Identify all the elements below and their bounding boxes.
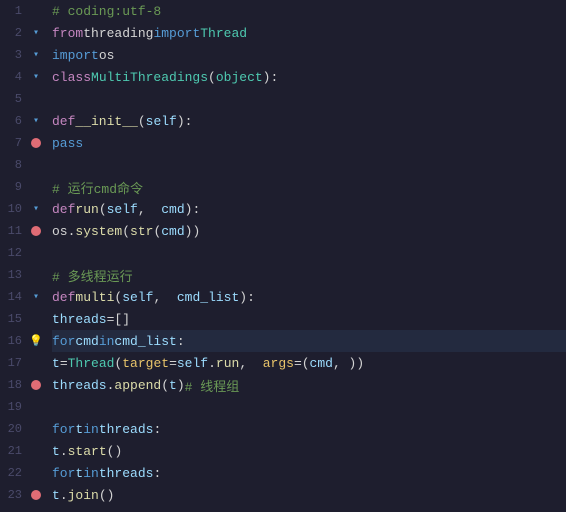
code-line: def multi(self, cmd_list): xyxy=(52,286,566,308)
breakpoint-icon[interactable] xyxy=(31,380,41,390)
gutter-icon xyxy=(28,490,44,500)
line-number: 11 xyxy=(0,224,28,238)
gutter-icon: ▾ xyxy=(28,71,44,83)
gutter-row: 12 xyxy=(0,242,48,264)
gutter-row: 7 xyxy=(0,132,48,154)
gutter-row: 20 xyxy=(0,418,48,440)
line-number: 10 xyxy=(0,202,28,216)
arrow-icon: ▾ xyxy=(33,71,39,83)
gutter-icon: ▾ xyxy=(28,203,44,215)
code-line xyxy=(52,242,566,264)
gutter-row: 21 xyxy=(0,440,48,462)
gutter-icon: 💡 xyxy=(28,334,44,348)
code-line: threads.append(t) # 线程组 xyxy=(52,374,566,396)
breakpoint-icon[interactable] xyxy=(31,490,41,500)
line-number: 23 xyxy=(0,488,28,502)
code-line: pass xyxy=(52,132,566,154)
gutter-row: 6▾ xyxy=(0,110,48,132)
line-number: 18 xyxy=(0,378,28,392)
gutter-row: 17 xyxy=(0,352,48,374)
line-gutter: 12▾3▾4▾56▾78910▾11121314▾1516💡1718192021… xyxy=(0,0,48,512)
code-line: # coding:utf-8 xyxy=(52,0,566,22)
code-line: from threading import Thread xyxy=(52,22,566,44)
gutter-row: 22 xyxy=(0,462,48,484)
code-line: threads = [] xyxy=(52,308,566,330)
line-number: 2 xyxy=(0,26,28,40)
code-line: # 运行cmd命令 xyxy=(52,176,566,198)
gutter-icon: ▾ xyxy=(28,49,44,61)
gutter-row: 11 xyxy=(0,220,48,242)
line-number: 13 xyxy=(0,268,28,282)
arrow-icon: ▾ xyxy=(33,115,39,127)
gutter-row: 9 xyxy=(0,176,48,198)
gutter-icon: ▾ xyxy=(28,27,44,39)
line-number: 6 xyxy=(0,114,28,128)
gutter-row: 10 ▾ xyxy=(0,198,48,220)
gutter-row: 19 xyxy=(0,396,48,418)
bulb-icon[interactable]: 💡 xyxy=(29,334,43,348)
code-editor: 12▾3▾4▾56▾78910▾11121314▾1516💡1718192021… xyxy=(0,0,566,512)
gutter-row: 15 xyxy=(0,308,48,330)
code-line: for t in threads: xyxy=(52,462,566,484)
code-line xyxy=(52,154,566,176)
line-number: 17 xyxy=(0,356,28,370)
line-number: 22 xyxy=(0,466,28,480)
arrow-icon: ▾ xyxy=(33,203,39,215)
gutter-row: 14 ▾ xyxy=(0,286,48,308)
gutter-row: 4▾ xyxy=(0,66,48,88)
breakpoint-icon[interactable] xyxy=(31,138,41,148)
gutter-icon: ▾ xyxy=(28,115,44,127)
code-line xyxy=(52,396,566,418)
line-number: 9 xyxy=(0,180,28,194)
line-number: 8 xyxy=(0,158,28,172)
gutter-icon xyxy=(28,138,44,148)
code-line xyxy=(52,88,566,110)
line-number: 5 xyxy=(0,92,28,106)
line-number: 19 xyxy=(0,400,28,414)
gutter-icon xyxy=(28,226,44,236)
line-number: 14 xyxy=(0,290,28,304)
line-number: 20 xyxy=(0,422,28,436)
code-line: class MultiThreadings(object): xyxy=(52,66,566,88)
code-line: t.start() xyxy=(52,440,566,462)
code-line: for t in threads: xyxy=(52,418,566,440)
line-number: 16 xyxy=(0,334,28,348)
gutter-row: 2▾ xyxy=(0,22,48,44)
arrow-icon: ▾ xyxy=(33,291,39,303)
code-line: # 多线程运行 xyxy=(52,264,566,286)
line-number: 15 xyxy=(0,312,28,326)
code-line: t = Thread(target=self.run, args=(cmd, )… xyxy=(52,352,566,374)
code-line: for cmd in cmd_list: xyxy=(52,330,566,352)
arrow-icon: ▾ xyxy=(33,27,39,39)
line-number: 3 xyxy=(0,48,28,62)
code-line: import os xyxy=(52,44,566,66)
gutter-row: 18 xyxy=(0,374,48,396)
line-number: 1 xyxy=(0,4,28,18)
gutter-row: 8 xyxy=(0,154,48,176)
gutter-row: 1 xyxy=(0,0,48,22)
code-line: t.join() xyxy=(52,484,566,506)
code-area: 12▾3▾4▾56▾78910▾11121314▾1516💡1718192021… xyxy=(0,0,566,512)
line-number: 12 xyxy=(0,246,28,260)
gutter-row: 5 xyxy=(0,88,48,110)
breakpoint-icon[interactable] xyxy=(31,226,41,236)
gutter-icon xyxy=(28,380,44,390)
code-lines: # coding:utf-8from threading import Thre… xyxy=(48,0,566,512)
line-number: 7 xyxy=(0,136,28,150)
code-line: os.system(str(cmd)) xyxy=(52,220,566,242)
code-line: def run(self, cmd): xyxy=(52,198,566,220)
gutter-row: 23 xyxy=(0,484,48,506)
arrow-icon: ▾ xyxy=(33,49,39,61)
line-number: 21 xyxy=(0,444,28,458)
line-number: 4 xyxy=(0,70,28,84)
gutter-row: 13 xyxy=(0,264,48,286)
code-line: def __init__(self): xyxy=(52,110,566,132)
gutter-row: 3▾ xyxy=(0,44,48,66)
gutter-row: 16💡 xyxy=(0,330,48,352)
gutter-icon: ▾ xyxy=(28,291,44,303)
